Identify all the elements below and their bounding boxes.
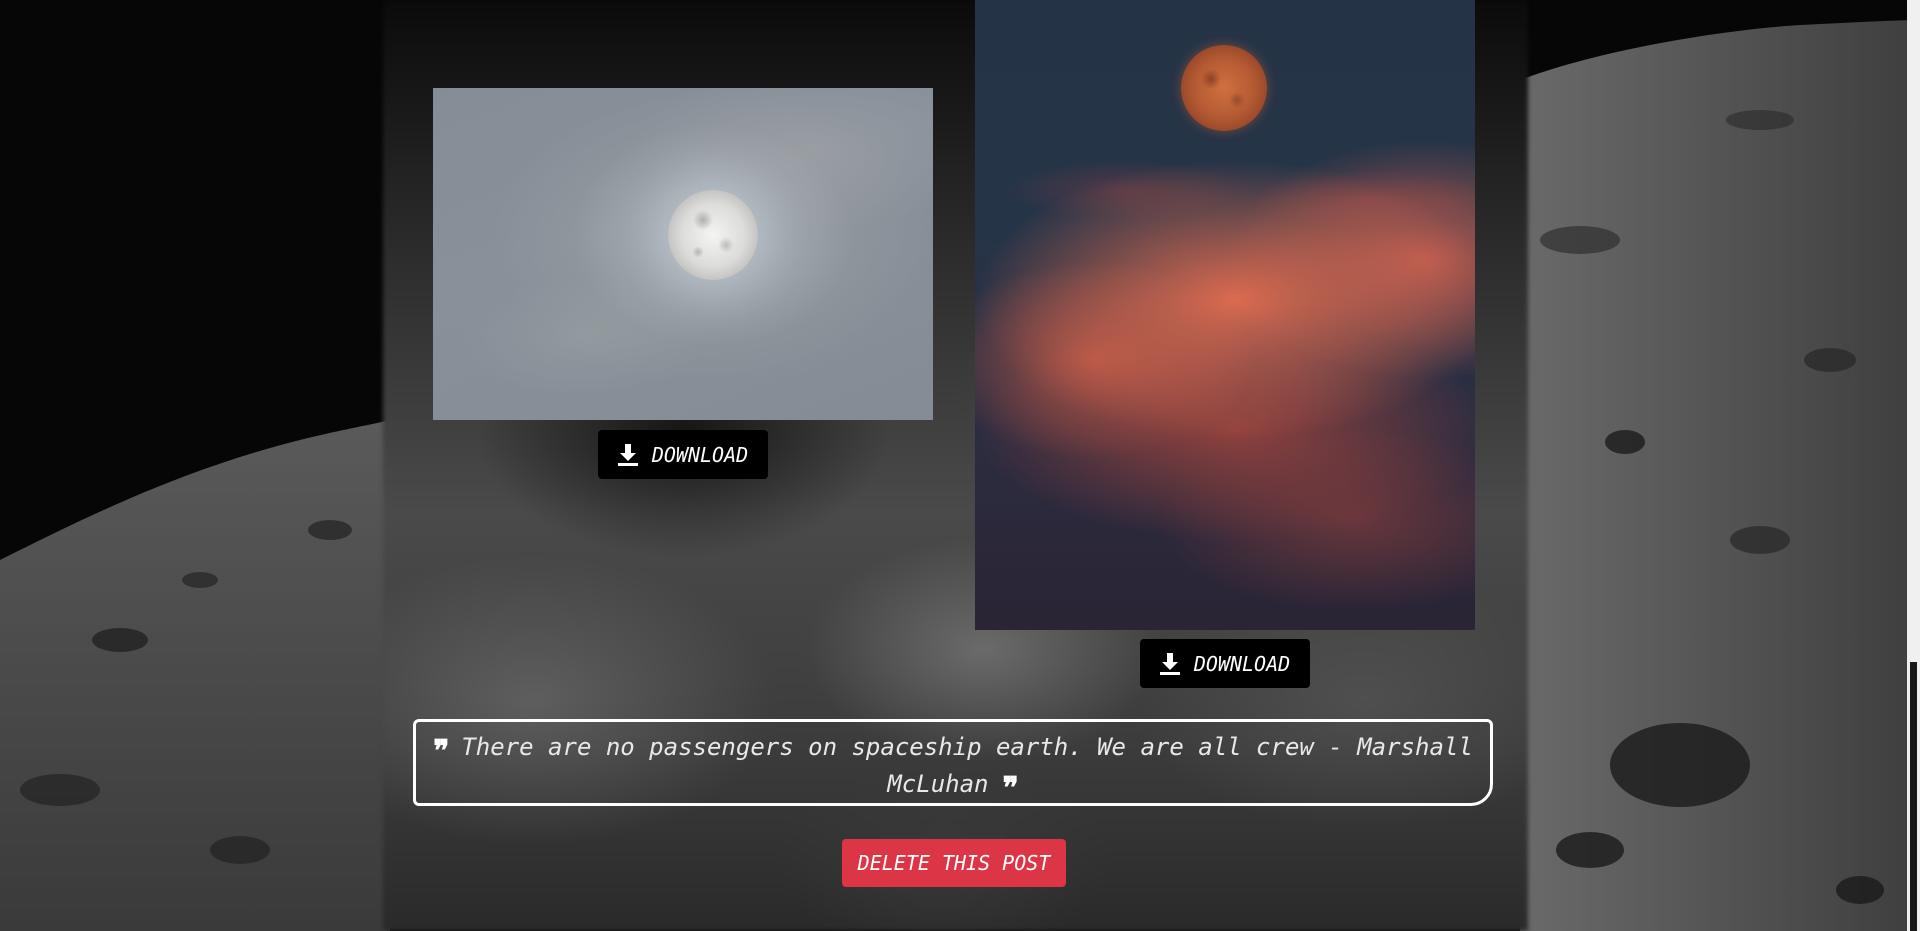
- red-moon: [1181, 45, 1267, 131]
- red-moon-image: [975, 0, 1475, 630]
- download-button-2[interactable]: DOWNLOAD: [1140, 639, 1310, 688]
- download-button-1[interactable]: DOWNLOAD: [598, 430, 768, 479]
- scrollbar-thumb[interactable]: [1910, 662, 1917, 931]
- full-moon: [668, 190, 758, 280]
- delete-post-button[interactable]: DELETE THIS POST: [842, 839, 1066, 887]
- download-label: DOWNLOAD: [1193, 651, 1291, 676]
- download-label: DOWNLOAD: [651, 442, 749, 467]
- scrollbar[interactable]: [1907, 0, 1920, 931]
- download-icon: [1159, 652, 1180, 675]
- quote-icon: ❞: [1002, 771, 1019, 806]
- moon-clouds-image: [433, 88, 933, 420]
- quote-block: ❞ There are no passengers on spaceship ea…: [413, 719, 1493, 806]
- download-icon: [617, 443, 638, 466]
- quote-text: There are no passengers on spaceship ear…: [461, 733, 1473, 798]
- quote-icon: ❞: [433, 734, 450, 769]
